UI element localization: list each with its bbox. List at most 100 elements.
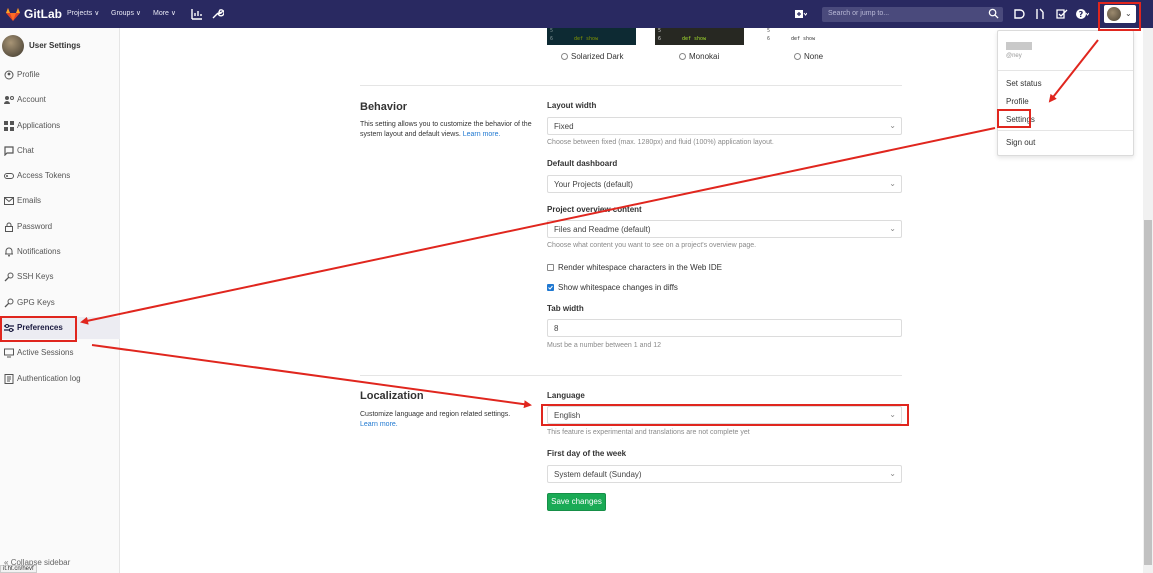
user-handle: @ney	[1006, 53, 1022, 59]
code-line-text: def show	[682, 36, 707, 42]
first-day-select[interactable]: System default (Sunday) ⌄	[547, 465, 902, 483]
default-dashboard-label: Default dashboard	[547, 159, 618, 168]
nav-groups[interactable]: Groups ∨	[111, 9, 141, 17]
sidebar-item-label: Password	[17, 222, 53, 231]
nav-projects[interactable]: Projects ∨	[67, 9, 99, 17]
scrollbar-thumb[interactable]	[1144, 220, 1152, 565]
tab-width-label: Tab width	[547, 304, 584, 313]
sidebar-item-label: Notifications	[17, 247, 61, 256]
wrench-icon[interactable]	[210, 7, 224, 21]
sidebar-item-notifications[interactable]: Notifications	[0, 241, 120, 263]
merge-requests-icon[interactable]	[1033, 7, 1047, 21]
lock-icon	[5, 222, 13, 232]
user-dropdown-menu: @ney Set status Profile Settings Sign ou…	[997, 30, 1134, 156]
checkbox[interactable]	[547, 284, 554, 291]
chevron-down-icon: ⌄	[889, 121, 896, 130]
sidebar-item-emails[interactable]: Emails	[0, 190, 120, 212]
menu-divider	[998, 130, 1133, 131]
render-whitespace-checkbox[interactable]: Render whitespace characters in the Web …	[547, 263, 722, 272]
applications-icon	[4, 121, 14, 131]
language-help: This feature is experimental and transla…	[547, 429, 750, 436]
sidebar-header[interactable]: User Settings	[0, 28, 120, 62]
sidebar-item-account[interactable]: Account	[0, 89, 120, 111]
code-line-number: 6	[550, 36, 554, 42]
sidebar-item-chat[interactable]: Chat	[0, 140, 120, 162]
sidebar-item-gpg-keys[interactable]: GPG Keys	[0, 292, 120, 314]
nav-more[interactable]: More ∨	[153, 9, 176, 17]
select-value: System default (Sunday)	[554, 470, 642, 479]
search-input[interactable]: Search or jump to...	[822, 7, 1003, 22]
radio-label: Monokai	[689, 52, 720, 61]
theme-radio-none[interactable]: None	[794, 52, 823, 61]
radio-label: Solarized Dark	[571, 52, 624, 61]
tab-width-input[interactable]: 8	[547, 319, 902, 337]
localization-description: Customize language and region related se…	[360, 410, 540, 430]
checkbox-label: Show whitespace changes in diffs	[558, 283, 678, 292]
checkmark-icon	[548, 285, 553, 290]
theme-radio-solarized-dark[interactable]: Solarized Dark	[561, 52, 623, 61]
section-divider	[360, 375, 902, 376]
todo-icon[interactable]	[1055, 7, 1069, 21]
chevron-down-icon: ⌄	[889, 224, 896, 233]
sidebar-item-label: Active Sessions	[17, 348, 74, 357]
behavior-learn-more-link[interactable]: Learn more.	[463, 131, 501, 138]
sidebar-item-label: Chat	[17, 146, 34, 155]
menu-divider	[998, 70, 1133, 71]
sidebar-avatar	[2, 35, 24, 57]
new-item-icon[interactable]	[793, 7, 807, 21]
email-icon	[4, 197, 14, 205]
annotation-box-language	[541, 404, 909, 426]
gitlab-logo-icon	[6, 7, 20, 21]
theme-preview-solarized-dark[interactable]: 5 6 def show	[547, 28, 636, 45]
layout-width-help: Choose between fixed (max. 1280px) and f…	[547, 139, 774, 146]
project-overview-select[interactable]: Files and Readme (default) ⌄	[547, 220, 902, 238]
input-value: 8	[554, 324, 559, 333]
chat-icon	[4, 146, 14, 156]
checkbox[interactable]	[547, 264, 554, 271]
sidebar-item-password[interactable]: Password	[0, 216, 120, 238]
issues-icon[interactable]	[1012, 7, 1026, 21]
monitor-icon	[4, 348, 14, 358]
sidebar-item-authentication-log[interactable]: Authentication log	[0, 368, 120, 390]
radio-button[interactable]	[794, 53, 801, 60]
gitlab-logo-link[interactable]: GitLab	[6, 0, 62, 28]
key-icon	[4, 272, 14, 282]
sidebar-title: User Settings	[29, 41, 81, 50]
radio-button[interactable]	[679, 53, 686, 60]
chevron-down-icon: ⌄	[889, 469, 896, 478]
first-day-label: First day of the week	[547, 449, 627, 458]
menu-item-profile[interactable]: Profile	[1006, 97, 1029, 106]
key-icon	[4, 298, 14, 308]
sidebar-item-active-sessions[interactable]: Active Sessions	[0, 342, 120, 364]
select-value: Fixed	[554, 122, 574, 131]
sidebar-item-profile[interactable]: Profile	[0, 64, 120, 86]
behavior-title: Behavior	[360, 101, 408, 113]
checkbox-label: Render whitespace characters in the Web …	[558, 263, 722, 272]
sidebar-item-label: SSH Keys	[17, 272, 54, 281]
show-whitespace-checkbox[interactable]: Show whitespace changes in diffs	[547, 283, 678, 292]
settings-sidebar: User Settings Profile Account Applicatio…	[0, 28, 120, 573]
chevron-down-icon: ⌄	[889, 179, 896, 188]
theme-preview-none[interactable]: 5 6 def show	[764, 28, 853, 45]
default-dashboard-select[interactable]: Your Projects (default) ⌄	[547, 175, 902, 193]
sidebar-item-applications[interactable]: Applications	[0, 115, 120, 137]
help-icon[interactable]: ?	[1075, 7, 1089, 21]
sidebar-item-ssh-keys[interactable]: SSH Keys	[0, 266, 120, 288]
menu-item-sign-out[interactable]: Sign out	[1006, 138, 1035, 147]
sidebar-item-label: Profile	[17, 70, 40, 79]
sidebar-item-label: Applications	[17, 121, 61, 130]
search-icon	[988, 8, 999, 19]
theme-radio-monokai[interactable]: Monokai	[679, 52, 719, 61]
activity-chart-icon[interactable]	[190, 7, 204, 21]
localization-learn-more-link[interactable]: Learn more.	[360, 421, 398, 428]
profile-icon	[4, 70, 14, 80]
behavior-description: This setting allows you to customize the…	[360, 120, 535, 140]
page-scrollbar[interactable]	[1143, 28, 1153, 573]
menu-item-set-status[interactable]: Set status	[1006, 79, 1042, 88]
layout-width-select[interactable]: Fixed ⌄	[547, 117, 902, 135]
theme-preview-monokai[interactable]: 5 6 def show	[655, 28, 744, 45]
save-changes-button[interactable]: Save changes	[547, 493, 606, 511]
radio-button[interactable]	[561, 53, 568, 60]
select-value: Your Projects (default)	[554, 180, 633, 189]
sidebar-item-access-tokens[interactable]: Access Tokens	[0, 165, 120, 187]
